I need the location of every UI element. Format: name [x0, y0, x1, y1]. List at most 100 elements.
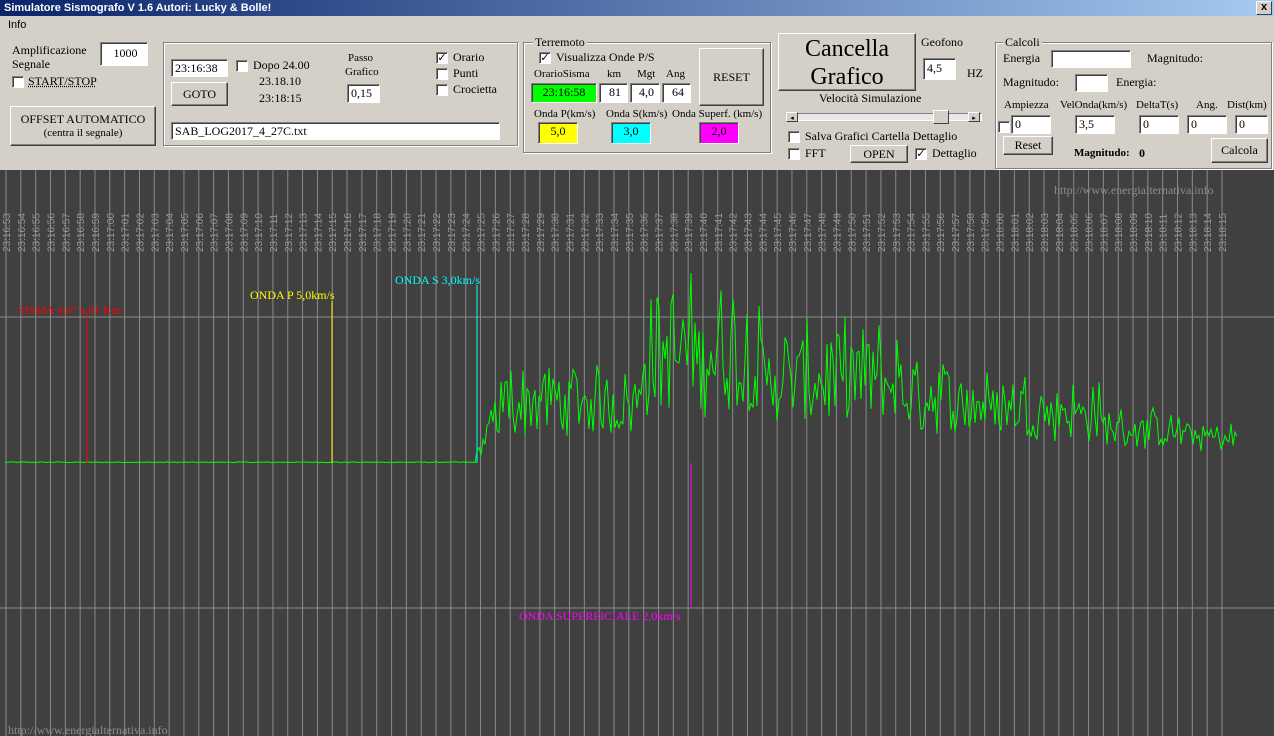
- time-tick-label: 23:16:59: [91, 213, 102, 252]
- time-tick-label: 23:18:13: [1188, 213, 1199, 252]
- time-tick-label: 23:16:57: [61, 213, 72, 252]
- velonda-input[interactable]: 3,5: [1075, 115, 1115, 134]
- time-tick-label: 23:17:41: [714, 213, 725, 252]
- passo-label1: Passo: [348, 52, 374, 64]
- open-button[interactable]: OPEN: [850, 145, 908, 163]
- onda-sup-value[interactable]: 2,0: [699, 122, 739, 144]
- start-stop-checkbox[interactable]: [12, 76, 24, 88]
- watermark-bottom: http://www.energialternativa.info: [8, 723, 168, 736]
- magnitudo2-label: Magnitudo:: [1003, 75, 1059, 89]
- mgt-input[interactable]: 4,0: [630, 83, 660, 103]
- salva-checkbox[interactable]: [788, 131, 800, 143]
- sisma-marker-label: SISMA 4,0° a 81 Km: [18, 303, 122, 317]
- velocita-slider-track[interactable]: [786, 113, 982, 121]
- crocietta-checkbox[interactable]: [436, 84, 448, 96]
- goto-time-input[interactable]: 23:16:38: [171, 59, 228, 77]
- slider-left-arrow-icon[interactable]: ◂: [786, 112, 798, 122]
- time-tick-label: 23:17:33: [595, 213, 606, 252]
- terremoto-title: Terremoto: [533, 35, 587, 49]
- calcola-button[interactable]: Calcola: [1211, 138, 1268, 163]
- time-tick-label: 23:18:08: [1114, 213, 1125, 252]
- passo-input[interactable]: 0,15: [347, 84, 380, 103]
- cancella-grafico-button[interactable]: Cancella Grafico: [778, 33, 916, 91]
- seismograph-plot[interactable]: 23:16:53 23:16:54 23:16:55 23:16:56 23:16:57…: [0, 170, 1274, 736]
- deltat-input[interactable]: 0: [1139, 115, 1179, 134]
- deltat-label: DeltaT(s): [1136, 99, 1179, 111]
- dopo-checkbox[interactable]: [236, 60, 248, 72]
- time-tick-label: 23:18:00: [996, 213, 1007, 252]
- onda-p-label: Onda P(km/s): [534, 108, 596, 120]
- time-tick-label: 23:17:49: [832, 213, 843, 252]
- magnitudo-result-value: 0: [1139, 146, 1145, 160]
- time-tick-label: 23:17:36: [640, 213, 651, 252]
- time-tick-label: 23:17:46: [788, 213, 799, 252]
- time-tick-label: 23:17:17: [358, 213, 369, 252]
- time-tick-label: 23:17:09: [239, 213, 250, 252]
- velocita-slider-thumb[interactable]: [933, 110, 949, 124]
- km-header: km: [607, 68, 622, 80]
- ampiezza-checkbox[interactable]: [998, 121, 1010, 133]
- magnitudo2-input[interactable]: [1075, 74, 1108, 92]
- time-tick-label: 23:17:07: [210, 213, 221, 252]
- time-tick-label: 23:17:50: [847, 213, 858, 252]
- fft-checkbox[interactable]: [788, 148, 800, 160]
- mgt-header: Mgt: [637, 68, 656, 80]
- time-tick-label: 23:17:51: [862, 213, 873, 252]
- time-tick-label: 23:17:35: [625, 213, 636, 252]
- time-tick-label: 23:18:07: [1099, 213, 1110, 252]
- seismograph-svg: 23:16:53 23:16:54 23:16:55 23:16:56 23:16:57…: [0, 170, 1274, 736]
- quake-reset-button[interactable]: RESET: [699, 48, 764, 106]
- time-tick-label: 23:17:21: [417, 213, 428, 252]
- punti-checkbox[interactable]: [436, 68, 448, 80]
- time-tick-label: 23:17:45: [773, 213, 784, 252]
- time-tick-label: 23:17:52: [877, 213, 888, 252]
- orario-sisma-header: OrarioSisma: [534, 68, 590, 80]
- time-tick-label: 23:18:01: [1010, 213, 1021, 252]
- amplification-input[interactable]: 1000: [100, 42, 148, 66]
- time-tick-label: 23:17:05: [180, 213, 191, 252]
- visualizza-checkbox[interactable]: ✓: [539, 52, 551, 64]
- time-tick-label: 23:16:54: [17, 213, 28, 252]
- orario-checkbox[interactable]: ✓: [436, 52, 448, 64]
- time-tick-label: 23:17:00: [106, 213, 117, 252]
- slider-right-arrow-icon[interactable]: ▸: [968, 112, 980, 122]
- onda-p-value[interactable]: 5,0: [538, 122, 578, 144]
- goto-button[interactable]: GOTO: [171, 82, 228, 106]
- ang-input[interactable]: 64: [662, 83, 691, 103]
- time-tick-label: 23:17:11: [269, 213, 280, 252]
- fft-label: FFT: [805, 146, 826, 160]
- time-tick-label: 23:17:38: [669, 213, 680, 252]
- menu-info[interactable]: Info: [8, 19, 26, 31]
- ang-calc-input[interactable]: 0: [1187, 115, 1227, 134]
- dist-input[interactable]: 0: [1235, 115, 1268, 134]
- dettaglio-checkbox[interactable]: ✓: [915, 148, 927, 160]
- offset-auto-button[interactable]: OFFSET AUTOMATICO (centra il segnale): [10, 106, 156, 146]
- time-tick-label: 23:17:37: [654, 213, 665, 252]
- geofono-input[interactable]: 4,5: [923, 58, 956, 80]
- onda-s-value[interactable]: 3,0: [611, 122, 651, 144]
- time-tick-label: 23:17:40: [699, 213, 710, 252]
- km-input[interactable]: 81: [599, 83, 628, 103]
- orario-sisma-value[interactable]: 23:16:58: [531, 83, 597, 103]
- time-tick-label: 23:17:59: [981, 213, 992, 252]
- time-tick-label: 23:17:28: [521, 213, 532, 252]
- dopo-label: Dopo 24.00: [253, 58, 310, 72]
- energia2-label: Energia:: [1116, 75, 1157, 89]
- energia-input[interactable]: [1051, 50, 1131, 68]
- time-tick-label: 23:17:14: [313, 213, 324, 252]
- ampiezza-input[interactable]: 0: [1011, 115, 1051, 134]
- time-tick-label: 23:17:34: [610, 213, 621, 252]
- calc-reset-button[interactable]: Reset: [1003, 136, 1053, 155]
- filename-input[interactable]: SAB_LOG2017_4_27C.txt: [171, 122, 500, 140]
- onda-sup-label: Onda Superf. (km/s): [672, 108, 763, 120]
- time-tick-label: 23:16:56: [46, 213, 57, 252]
- time-tick-label: 23:16:55: [32, 213, 43, 252]
- punti-label: Punti: [453, 66, 479, 80]
- visualizza-label: Visualizza Onde P/S: [556, 50, 655, 64]
- offset-auto-line1: OFFSET AUTOMATICO: [20, 112, 146, 126]
- dist-label: Dist(km): [1227, 99, 1267, 111]
- close-button[interactable]: x: [1256, 1, 1272, 15]
- cancella-line1: Cancella: [805, 36, 889, 62]
- ang-calc-label: Ang.: [1196, 99, 1218, 111]
- start-stop-label[interactable]: START/STOP: [28, 75, 97, 88]
